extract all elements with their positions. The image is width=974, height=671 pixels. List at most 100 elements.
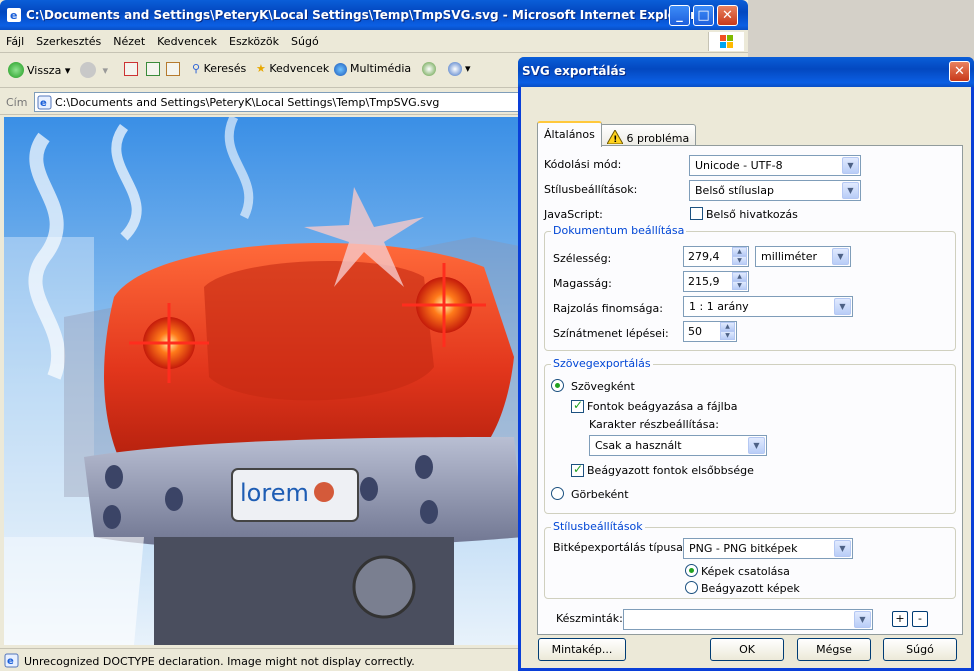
height-label: Magasság: [553,277,612,290]
home-button[interactable] [166,62,183,82]
subset-label: Karakter részbeállítása: [589,418,719,431]
document-settings-title: Dokumentum beállítása [551,224,687,237]
svg-export-dialog: SVG exportálás ✕ Általános ! 6 probléma … [518,57,974,671]
document-settings-group: Dokumentum beállítása Szélesség: 279,4 ▲… [544,224,956,351]
link-images-radio[interactable] [685,564,698,577]
forward-button[interactable]: ▾ [80,62,108,82]
add-preset-button[interactable]: + [892,611,908,627]
height-spinner[interactable]: 215,9 ▲ ▼ [683,271,749,292]
search-button[interactable]: ⚲ Keresés [192,62,246,82]
menu-view[interactable]: Nézet [107,30,151,48]
presets-select[interactable]: ▼ [623,609,873,630]
embed-fonts-checkbox[interactable] [571,398,584,413]
dialog-title-bar[interactable]: SVG exportálás ✕ [518,57,974,87]
embedded-priority-checkbox[interactable] [571,462,584,477]
style-label: Stílusbeállítások: [544,183,638,196]
back-button[interactable]: Vissza ▾ [8,62,70,82]
minimize-button[interactable]: _ [669,5,690,26]
embed-images-radio[interactable] [685,581,698,594]
spin-down-icon[interactable]: ▼ [732,256,747,265]
dialog-close-button[interactable]: ✕ [949,61,970,82]
favorites-button[interactable]: ★ Kedvencek [256,62,329,82]
internal-reference-checkbox[interactable] [690,207,703,220]
svg-text:e: e [7,656,14,667]
ie-title-bar[interactable]: e C:\Documents and Settings\PeteryK\Loca… [0,0,748,30]
as-curves-radio[interactable] [551,487,564,500]
text-export-title: Szövegexportálás [551,357,653,370]
presets-label: Készminták: [556,612,623,625]
general-tab-panel: Kódolási mód: Unicode - UTF-8 ▼ Stílusbe… [537,145,963,635]
embedded-priority-label: Beágyazott fontok elsőbbsége [587,464,754,477]
menu-help[interactable]: Súgó [285,30,325,48]
javascript-label: JavaScript: [544,208,603,221]
mail-button[interactable]: ▾ [448,62,471,82]
style-settings-group: Stílusbeállítások Bitképexportálás típus… [544,520,956,599]
chevron-down-icon: ▼ [854,611,871,628]
chevron-down-icon: ▼ [832,248,849,265]
precision-select[interactable]: 1 : 1 arány ▼ [683,296,853,317]
tab-problems[interactable]: ! 6 probléma [600,124,697,146]
menu-favorites[interactable]: Kedvencek [151,30,223,48]
media-button[interactable]: Multimédia [334,62,411,82]
sample-button[interactable]: Mintakép... [538,638,626,661]
ie-menu-bar: Fájl Szerkesztés Nézet Kedvencek Eszközö… [0,30,748,53]
spin-up-icon[interactable]: ▲ [732,247,747,256]
svg-text:e: e [40,98,47,109]
media-icon [334,63,347,76]
ie-close-button[interactable]: ✕ [717,5,738,26]
car-illustration: lorem [4,117,524,645]
maximize-button[interactable]: □ [693,5,714,26]
history-button[interactable] [422,62,439,82]
address-label: Cím [6,96,28,109]
tab-general[interactable]: Általános [537,121,602,147]
forward-arrow-icon [80,62,96,78]
refresh-button[interactable] [146,62,163,82]
menu-edit[interactable]: Szerkesztés [30,30,107,48]
plate-text: lorem [240,479,309,507]
svg-text:!: ! [613,135,617,144]
back-arrow-icon [8,62,24,78]
unit-select[interactable]: milliméter ▼ [755,246,851,267]
help-button[interactable]: Súgó [883,638,957,661]
spin-down-icon[interactable]: ▼ [720,331,735,340]
page-status-icon: e [4,653,19,668]
width-spinner[interactable]: 279,4 ▲ ▼ [683,246,749,267]
menu-file[interactable]: Fájl [0,30,30,48]
cancel-button[interactable]: Mégse [797,638,871,661]
bitmap-type-label: Bitképexportálás típusa: [553,541,687,554]
search-icon: ⚲ [192,62,201,75]
home-icon [166,62,180,76]
internal-reference-label: Belső hivatkozás [706,208,798,221]
ok-button[interactable]: OK [710,638,784,661]
text-export-group: Szövegexportálás Szövegként Fontok beágy… [544,357,956,514]
svg-text:e: e [10,9,17,22]
width-label: Szélesség: [553,252,612,265]
stop-icon [124,62,138,76]
embed-fonts-label: Fontok beágyazása a fájlba [587,400,738,413]
menu-tools[interactable]: Eszközök [223,30,285,48]
warning-icon: ! [606,128,624,145]
encoding-select[interactable]: Unicode - UTF-8 ▼ [689,155,861,176]
bitmap-type-select[interactable]: PNG - PNG bitképek ▼ [683,538,853,559]
page-icon: e [37,95,52,110]
mail-icon [448,62,462,76]
chevron-down-icon: ▼ [842,157,859,174]
chevron-down-icon: ▼ [834,298,851,315]
gradient-steps-label: Színátmenet lépései: [553,327,669,340]
spin-up-icon[interactable]: ▲ [720,322,735,331]
windows-logo-icon [708,32,744,51]
refresh-icon [146,62,160,76]
ie-window-title: C:\Documents and Settings\PeteryK\Local … [26,8,696,22]
subset-select[interactable]: Csak a használt ▼ [589,435,767,456]
dialog-title: SVG exportálás [522,64,626,78]
stop-button[interactable] [124,62,141,82]
remove-preset-button[interactable]: - [912,611,928,627]
spin-down-icon[interactable]: ▼ [732,281,747,290]
as-text-radio[interactable] [551,379,564,392]
encoding-label: Kódolási mód: [544,158,622,171]
style-select[interactable]: Belső stíluslap ▼ [689,180,861,201]
address-value: C:\Documents and Settings\PeteryK\Local … [55,96,440,109]
gradient-steps-spinner[interactable]: 50 ▲ ▼ [683,321,737,342]
precision-label: Rajzolás finomsága: [553,302,663,315]
spin-up-icon[interactable]: ▲ [732,272,747,281]
